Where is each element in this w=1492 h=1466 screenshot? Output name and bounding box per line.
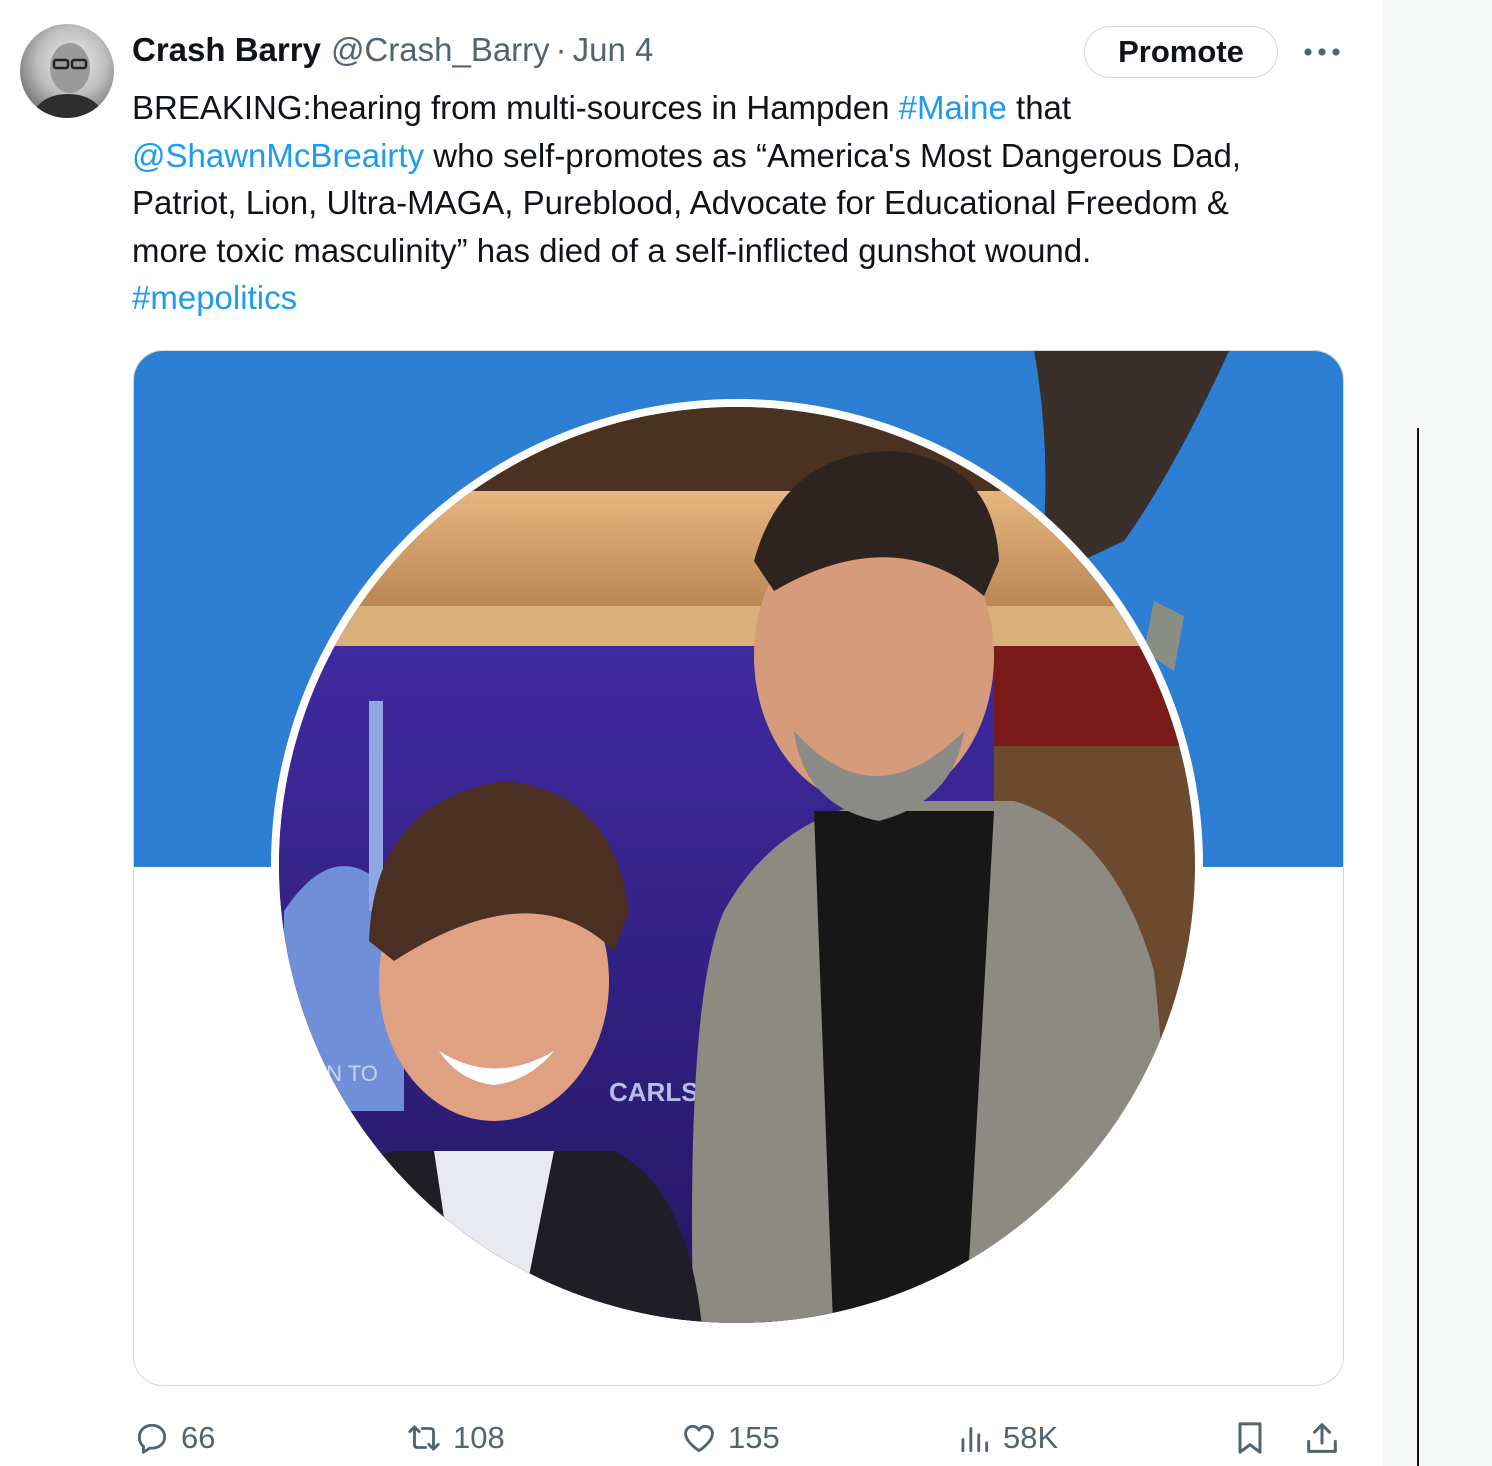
share-upload-icon[interactable] [1302,1418,1342,1458]
tweet-text-segment: more toxic masculinity” has died of a se… [132,231,1092,269]
hashtag-link[interactable]: #Maine [899,89,1007,126]
right-divider [1417,428,1419,1466]
like-button[interactable]: 155 [680,1410,780,1466]
reply-bubble-icon [137,1423,167,1454]
repost-button[interactable]: 108 [405,1410,505,1466]
tweet-text-segment: that [1006,89,1072,126]
hashtag-link[interactable]: #mepolitics [132,279,297,316]
promote-button[interactable]: Promote [1084,26,1278,78]
more-icon[interactable] [1300,30,1344,74]
media-image: ON TO CARLSC [134,351,1343,1331]
tweet-text-segment: BREAKING:hearing from multi-sources in H… [132,89,899,126]
avatar-photo [30,43,106,118]
tweet-text-segment: Patriot, Lion, Ultra-MAGA, Pureblood, Ad… [132,184,1229,221]
repost-count: 108 [453,1420,505,1455]
tweet-text-segment: who self-promotes as “America's Most Dan… [424,136,1242,174]
reply-count: 66 [181,1420,216,1455]
like-count: 155 [728,1420,780,1455]
mention-link[interactable]: @ShawnMcBreairty [132,137,424,174]
header-separator: · [555,31,567,68]
tweet-text: BREAKING:hearing from multi-sources in H… [132,84,1372,322]
tweet-actions: 66 108 155 58K [0,1410,1383,1466]
views-count: 58K [1003,1420,1059,1455]
tweet-header: Crash Barry @Crash_Barry · Jun 4 [132,28,653,72]
tweet-text-line: more toxic masculinity” has died of a se… [132,227,1372,275]
author-avatar[interactable] [20,24,114,118]
right-side-panel [1383,0,1492,1466]
tweet-media[interactable]: ON TO CARLSC [133,350,1344,1386]
author-name[interactable]: Crash Barry [132,31,321,69]
tweet-text-line: Patriot, Lion, Ultra-MAGA, Pureblood, Ad… [132,179,1372,227]
author-handle[interactable]: @Crash_Barry [331,31,550,69]
tweet-text-line: @ShawnMcBreairty who self-promotes as “A… [132,132,1372,180]
repost-arrows-icon [408,1425,440,1451]
tweet-date[interactable]: Jun 4 [573,31,654,69]
reply-button[interactable]: 66 [133,1410,215,1466]
heart-icon [684,1424,714,1453]
views-bar-chart-icon [961,1427,989,1453]
views-button[interactable]: 58K [955,1410,1058,1466]
tweet-text-line: BREAKING:hearing from multi-sources in H… [132,84,1372,132]
tweet-text-line: #mepolitics [132,274,1372,322]
bookmark-icon[interactable] [1230,1418,1270,1458]
